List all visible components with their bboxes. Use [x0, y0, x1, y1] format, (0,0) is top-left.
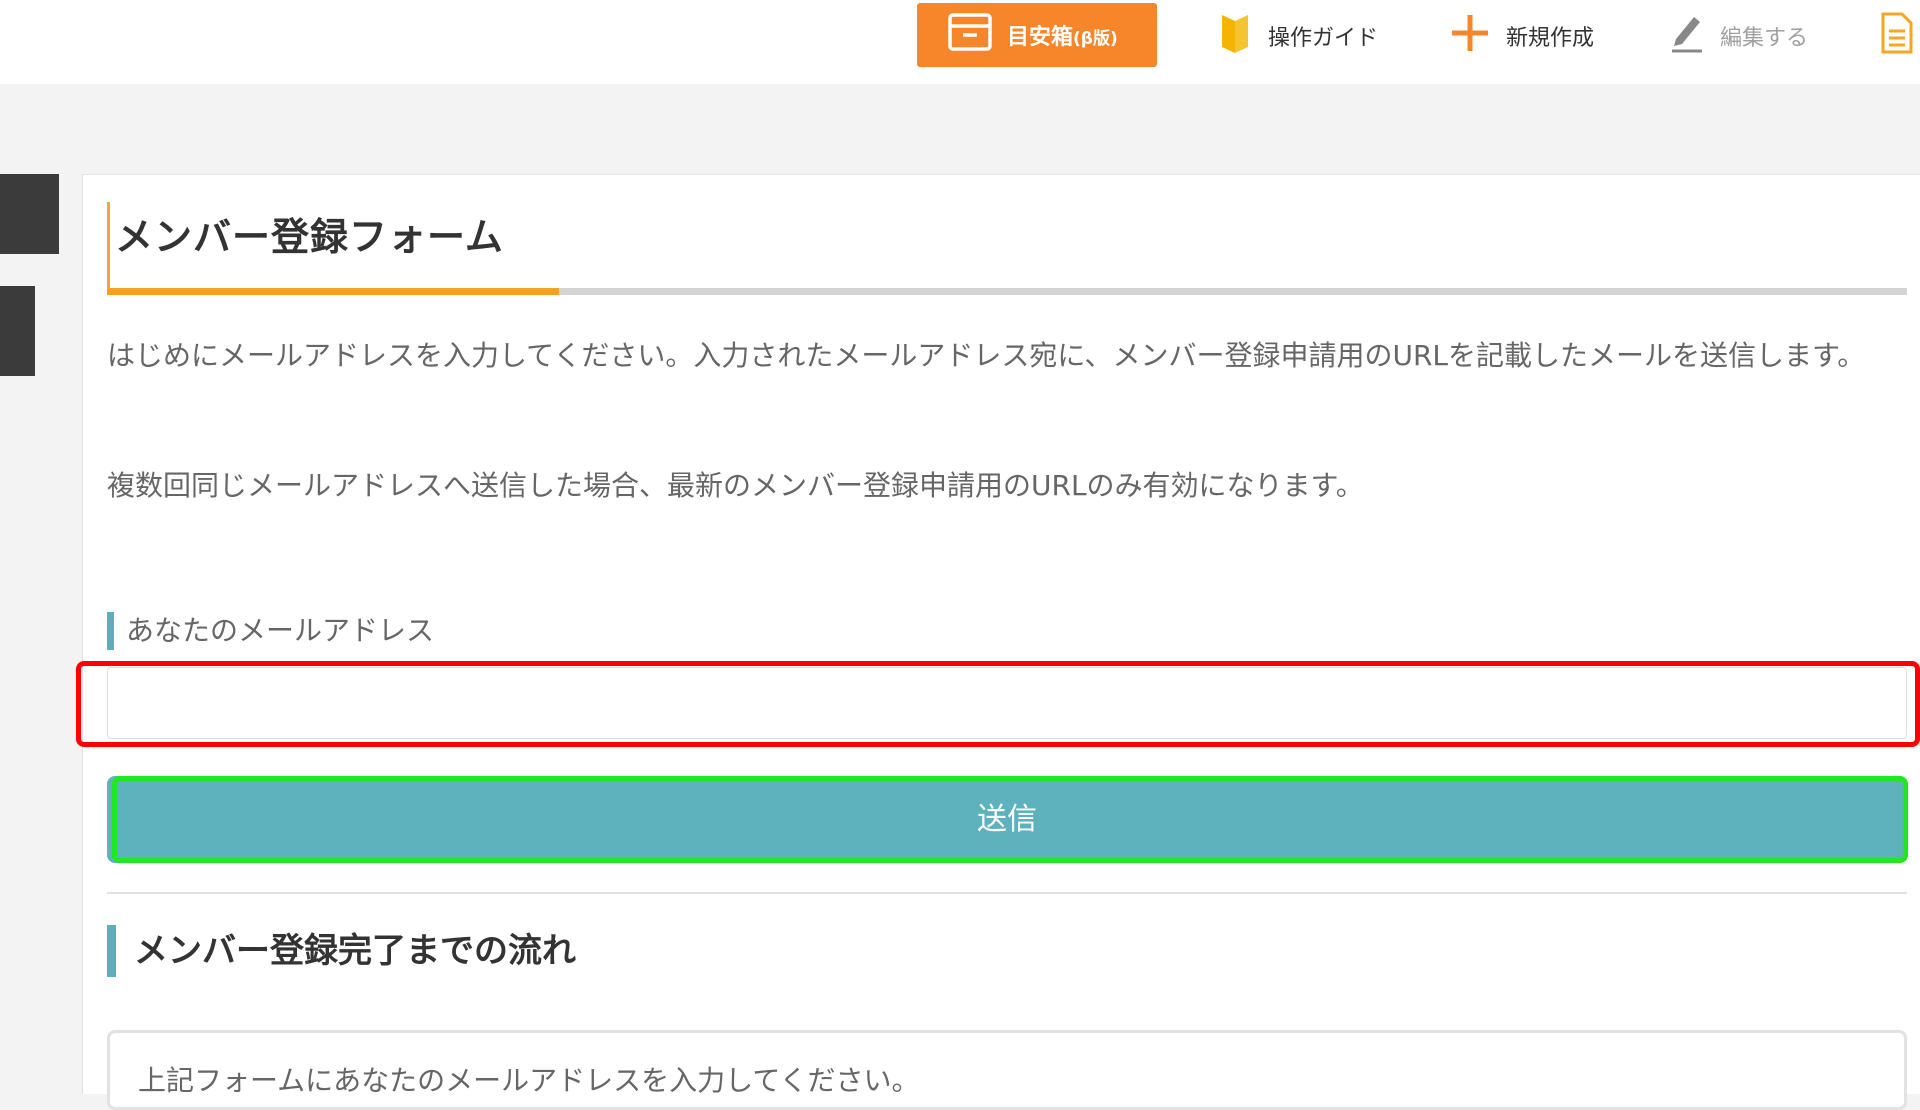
archive-box-icon [947, 12, 993, 58]
flow-step-box: 上記フォームにあなたのメールアドレスを入力してください。 [107, 1030, 1907, 1110]
intro-text: はじめにメールアドレスを入力してください。入力されたメールアドレス宛に、メンバー… [107, 339, 1866, 372]
beginner-mark-icon [1218, 11, 1252, 61]
title-underline-accent [107, 288, 559, 295]
create-new-button[interactable]: 新規作成 [1450, 14, 1594, 58]
form-title-block: メンバー登録フォーム [107, 202, 1907, 295]
submit-button-highlight [112, 776, 1908, 863]
edit-label: 編集する [1720, 26, 1809, 51]
document-button[interactable] [1880, 11, 1914, 61]
page-title: メンバー登録フォーム [115, 215, 504, 259]
edit-button[interactable]: 編集する [1670, 14, 1808, 58]
document-icon [1880, 11, 1914, 61]
side-tab[interactable] [0, 174, 59, 254]
meyasu-button[interactable]: 目安箱(β版) [917, 3, 1157, 67]
title-accent-bar [107, 202, 110, 295]
flow-section-title: メンバー登録完了までの流れ [134, 931, 576, 971]
meyasu-label: 目安箱 [1007, 25, 1074, 50]
plus-icon [1450, 13, 1490, 59]
label-accent-bar [107, 612, 114, 650]
operation-guide-label: 操作ガイド [1268, 26, 1379, 51]
operation-guide-button[interactable]: 操作ガイド [1218, 14, 1378, 58]
meyasu-beta-label: (β版) [1073, 29, 1118, 49]
side-tab[interactable] [0, 286, 35, 376]
section-divider [107, 892, 1907, 894]
note-text: 複数回同じメールアドレスへ送信した場合、最新のメンバー登録申請用のURLのみ有効… [107, 469, 1364, 502]
flow-step-text: 上記フォームにあなたのメールアドレスを入力してください。 [138, 1064, 920, 1097]
email-field-label: あなたのメールアドレス [126, 614, 435, 647]
create-new-label: 新規作成 [1506, 26, 1595, 51]
top-toolbar: 目安箱(β版) 操作ガイド 新規作成 編集する [0, 0, 1920, 84]
section-accent-bar [107, 925, 116, 977]
pencil-icon [1670, 13, 1704, 59]
email-field-highlight [76, 661, 1920, 747]
